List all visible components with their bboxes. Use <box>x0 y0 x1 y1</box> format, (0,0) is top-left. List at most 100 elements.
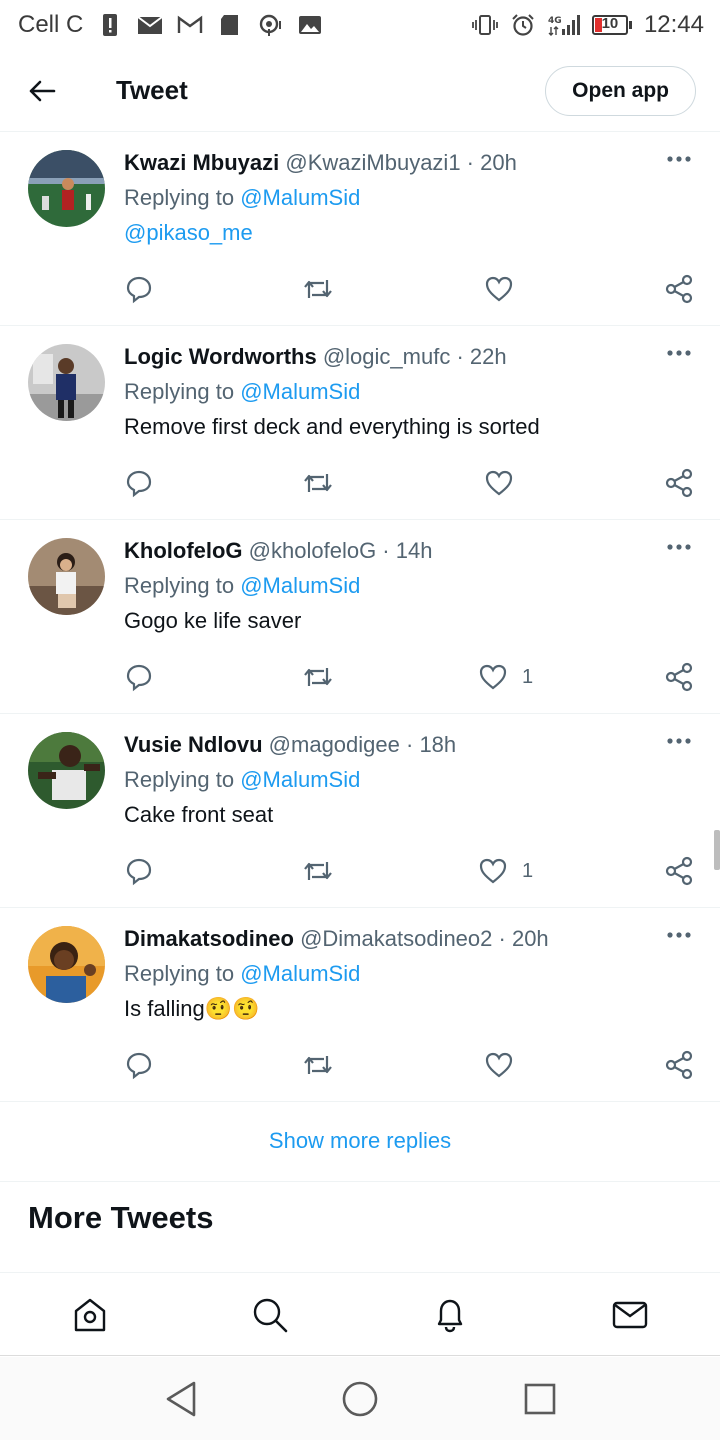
status-bar: Cell C 4G 10 12:44 <box>0 0 720 50</box>
nav-messages[interactable] <box>610 1295 650 1335</box>
nav-home[interactable] <box>70 1295 110 1335</box>
system-home-button[interactable] <box>338 1377 382 1421</box>
more-tweets-heading: More Tweets <box>28 1200 214 1235</box>
display-name[interactable]: Vusie Ndlovu <box>124 732 263 757</box>
reply-button[interactable] <box>124 274 154 304</box>
page-title: Tweet <box>116 75 188 105</box>
notifications-icon <box>437 1299 463 1333</box>
like-button[interactable] <box>484 468 528 498</box>
replying-to-mention[interactable]: @MalumSid <box>240 961 360 986</box>
system-navigation-bar <box>0 1357 720 1440</box>
replying-to-mention[interactable]: @MalumSid <box>240 767 360 792</box>
share-icon <box>665 662 693 692</box>
m-mail-icon <box>178 15 203 33</box>
replying-to-mention[interactable]: @MalumSid <box>240 379 360 404</box>
replying-to: Replying to @MalumSid <box>124 379 361 404</box>
comment-icon <box>126 470 152 498</box>
reply-item[interactable]: Kwazi Mbuyazi @KwaziMbuyazi1 · 20h Reply… <box>0 132 720 326</box>
timestamp[interactable]: 22h <box>470 344 507 369</box>
like-count: 1 <box>522 665 534 688</box>
more-options-icon[interactable] <box>666 736 692 746</box>
retweet-button[interactable] <box>302 468 334 498</box>
user-handle[interactable]: @logic_mufc <box>323 344 451 369</box>
gmail-icon <box>137 16 163 34</box>
like-button[interactable] <box>484 274 528 304</box>
share-button[interactable] <box>664 274 694 304</box>
timestamp[interactable]: 20h <box>512 926 549 951</box>
reply-item[interactable]: KholofeloG @kholofeloG · 14h Replying to… <box>0 520 720 714</box>
retweet-button[interactable] <box>302 856 334 886</box>
share-button[interactable] <box>664 856 694 886</box>
reply-button[interactable] <box>124 468 154 498</box>
back-button[interactable] <box>24 73 60 109</box>
carrier-name: Cell C <box>18 11 84 38</box>
comment-icon <box>126 276 152 304</box>
arrow-left-icon <box>29 80 56 101</box>
hotspot-icon <box>260 14 282 36</box>
replying-to-mention[interactable]: @MalumSid <box>240 573 360 598</box>
reply-item[interactable]: Logic Wordworths @logic_mufc · 22h Reply… <box>0 326 720 520</box>
display-name[interactable]: Logic Wordworths <box>124 344 317 369</box>
reply-button[interactable] <box>124 856 154 886</box>
reply-button[interactable] <box>124 1050 154 1080</box>
timestamp[interactable]: 14h <box>396 538 433 563</box>
like-button[interactable] <box>484 1050 528 1080</box>
user-handle[interactable]: @KwaziMbuyazi1 <box>285 150 460 175</box>
tweet-text: Gogo ke life saver <box>124 608 302 633</box>
home-circle-icon <box>342 1381 378 1417</box>
like-count: 1 <box>522 859 534 882</box>
more-options-icon[interactable] <box>666 348 692 358</box>
battery-icon: 10 <box>591 15 632 35</box>
replying-to: Replying to @MalumSid <box>124 573 361 598</box>
like-button[interactable]: 1 <box>478 662 533 692</box>
comment-icon <box>126 858 152 886</box>
share-button[interactable] <box>664 662 694 692</box>
avatar[interactable] <box>28 926 105 1003</box>
top-app-bar: Tweet Open app <box>0 50 720 132</box>
signal-icon: 4G <box>548 15 580 36</box>
retweet-button[interactable] <box>302 1050 334 1080</box>
avatar[interactable] <box>28 732 105 809</box>
nav-search[interactable] <box>250 1295 290 1335</box>
scrollbar-thumb[interactable] <box>714 830 720 870</box>
system-recents-button[interactable] <box>518 1377 562 1421</box>
text-mention[interactable]: @pikaso_me <box>124 220 253 245</box>
more-options-icon[interactable] <box>666 542 692 552</box>
alarm-icon <box>512 14 534 36</box>
like-button[interactable]: 1 <box>478 856 533 886</box>
system-back-button[interactable] <box>158 1377 202 1421</box>
share-button[interactable] <box>664 468 694 498</box>
reply-item[interactable]: Vusie Ndlovu @magodigee · 18h Replying t… <box>0 714 720 908</box>
replying-to-mention[interactable]: @MalumSid <box>240 185 360 210</box>
comment-icon <box>126 1052 152 1080</box>
display-name[interactable]: KholofeloG <box>124 538 243 563</box>
display-name[interactable]: Dimakatsodineo <box>124 926 294 951</box>
timestamp[interactable]: 20h <box>480 150 517 175</box>
user-handle[interactable]: @Dimakatsodineo2 <box>300 926 492 951</box>
tweet-text: @pikaso_me <box>124 216 690 250</box>
user-handle[interactable]: @kholofeloG <box>249 538 377 563</box>
reply-item[interactable]: Dimakatsodineo @Dimakatsodineo2 · 20h Re… <box>0 908 720 1102</box>
svg-text:4G: 4G <box>548 16 562 26</box>
timestamp[interactable]: 18h <box>419 732 456 757</box>
retweet-button[interactable] <box>302 662 334 692</box>
avatar[interactable] <box>28 538 105 615</box>
retweet-button[interactable] <box>302 274 334 304</box>
show-more-replies-button[interactable]: Show more replies <box>0 1100 720 1182</box>
display-name[interactable]: Kwazi Mbuyazi <box>124 150 279 175</box>
user-handle[interactable]: @magodigee <box>269 732 400 757</box>
messages-icon <box>612 1301 648 1329</box>
share-button[interactable] <box>664 1050 694 1080</box>
more-options-icon[interactable] <box>666 930 692 940</box>
open-app-button[interactable]: Open app <box>545 65 696 116</box>
heart-icon <box>479 664 507 690</box>
reply-button[interactable] <box>124 662 154 692</box>
heart-icon <box>485 470 513 496</box>
share-icon <box>665 468 693 498</box>
nav-notifications[interactable] <box>430 1295 470 1335</box>
more-options-icon[interactable] <box>666 154 692 164</box>
avatar[interactable] <box>28 344 105 421</box>
replying-to: Replying to @MalumSid <box>124 767 361 792</box>
replying-to: Replying to @MalumSid <box>124 185 361 210</box>
avatar[interactable] <box>28 150 105 227</box>
